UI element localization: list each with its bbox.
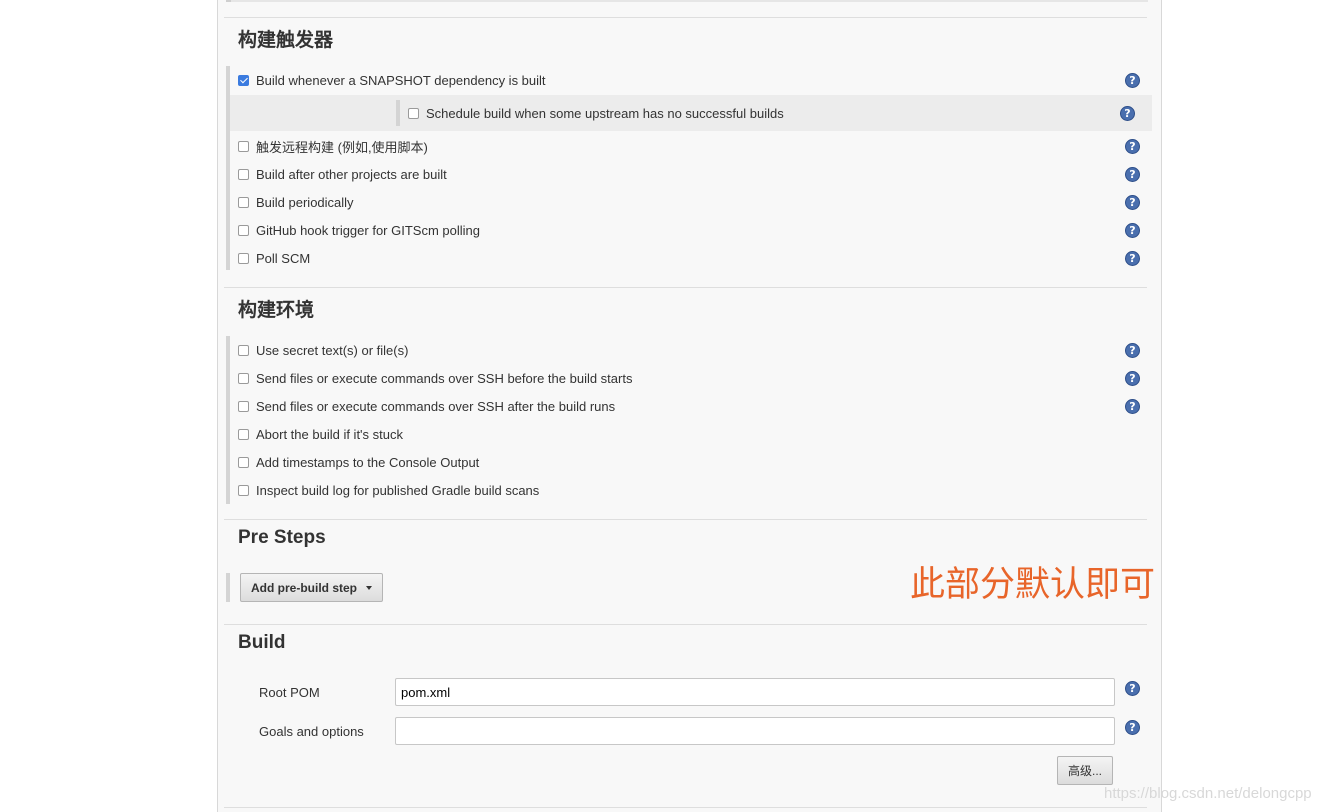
env-label: Use secret text(s) or file(s): [256, 342, 409, 358]
checkbox-poll-scm[interactable]: [238, 252, 249, 264]
checkbox-github-hook[interactable]: [238, 224, 249, 236]
help-icon[interactable]: ?: [1125, 399, 1140, 414]
env-label: Abort the build if it's stuck: [256, 426, 403, 442]
help-icon[interactable]: ?: [1125, 371, 1140, 386]
env-label: Add timestamps to the Console Output: [256, 454, 480, 470]
help-icon[interactable]: ?: [1125, 195, 1140, 210]
checkbox-after-other-projects[interactable]: [238, 168, 249, 180]
trigger-label: Schedule build when some upstream has no…: [426, 105, 784, 121]
env-label: Inspect build log for published Gradle b…: [256, 482, 540, 498]
trigger-upstream-no-success[interactable]: Schedule build when some upstream has no…: [408, 102, 784, 124]
section-title-build-environment: 构建环境: [238, 300, 315, 321]
root-pom-input[interactable]: [395, 678, 1115, 706]
help-icon[interactable]: ?: [1125, 223, 1140, 238]
section-divider: [224, 624, 1147, 625]
section-divider: [224, 17, 1147, 18]
trigger-label: Poll SCM: [256, 250, 311, 266]
annotation-text: 此部分默认即可: [910, 565, 1156, 605]
trigger-github-hook[interactable]: GitHub hook trigger for GITScm polling: [238, 219, 480, 241]
config-panel: 构建触发器 Build whenever a SNAPSHOT dependen…: [217, 0, 1162, 812]
checkbox-snapshot-dependency[interactable]: [238, 74, 249, 86]
env-label: Send files or execute commands over SSH …: [256, 370, 633, 386]
top-bar-accent: [226, 0, 231, 2]
top-divider: [226, 0, 1148, 2]
help-icon[interactable]: ?: [1125, 681, 1140, 696]
section-title-build: Build: [238, 632, 286, 653]
env-timestamps[interactable]: Add timestamps to the Console Output: [238, 451, 479, 473]
help-icon[interactable]: ?: [1125, 720, 1140, 735]
help-icon[interactable]: ?: [1125, 167, 1140, 182]
env-abort-stuck[interactable]: Abort the build if it's stuck: [238, 423, 403, 445]
checkbox-timestamps[interactable]: [238, 456, 249, 468]
trigger-label: Build after other projects are built: [256, 166, 447, 182]
env-ssh-before[interactable]: Send files or execute commands over SSH …: [238, 367, 632, 389]
trigger-label: 触发远程构建 (例如,使用脚本): [256, 139, 428, 155]
trigger-poll-scm[interactable]: Poll SCM: [238, 247, 310, 269]
section-divider: [224, 807, 1147, 808]
nested-bar: [396, 100, 400, 126]
watermark: https://blog.csdn.net/delongcpp: [1104, 785, 1312, 802]
section-bar: [226, 336, 230, 504]
trigger-label: Build whenever a SNAPSHOT dependency is …: [256, 72, 546, 88]
add-pre-build-step-button[interactable]: Add pre-build step: [240, 573, 383, 602]
advanced-button[interactable]: 高级...: [1057, 756, 1113, 785]
trigger-after-other-projects[interactable]: Build after other projects are built: [238, 163, 447, 185]
goals-options-label: Goals and options: [259, 724, 364, 739]
trigger-remote-build[interactable]: 触发远程构建 (例如,使用脚本): [238, 135, 428, 157]
checkbox-build-periodically[interactable]: [238, 196, 249, 208]
help-icon[interactable]: ?: [1125, 73, 1140, 88]
trigger-label: Build periodically: [256, 194, 354, 210]
checkbox-remote-build[interactable]: [238, 140, 249, 152]
root-pom-label: Root POM: [259, 685, 320, 700]
chevron-down-icon: [366, 585, 372, 590]
help-icon[interactable]: ?: [1125, 343, 1140, 358]
help-icon[interactable]: ?: [1125, 139, 1140, 154]
checkbox-ssh-after[interactable]: [238, 400, 249, 412]
section-title-pre-steps: Pre Steps: [238, 527, 326, 548]
trigger-label: GitHub hook trigger for GITScm polling: [256, 222, 480, 238]
section-divider: [224, 287, 1147, 288]
help-icon[interactable]: ?: [1120, 106, 1135, 121]
checkbox-gradle-scans[interactable]: [238, 484, 249, 496]
add-pre-build-step-label: Add pre-build step: [251, 580, 357, 595]
section-bar: [226, 573, 230, 602]
env-secret-text[interactable]: Use secret text(s) or file(s): [238, 339, 408, 361]
trigger-snapshot-dependency[interactable]: Build whenever a SNAPSHOT dependency is …: [238, 69, 546, 91]
help-icon[interactable]: ?: [1125, 251, 1140, 266]
trigger-build-periodically[interactable]: Build periodically: [238, 191, 354, 213]
section-title-build-triggers: 构建触发器: [238, 30, 334, 51]
goals-options-input[interactable]: [395, 717, 1115, 745]
checkbox-ssh-before[interactable]: [238, 372, 249, 384]
env-gradle-scans[interactable]: Inspect build log for published Gradle b…: [238, 479, 539, 501]
checkbox-secret-text[interactable]: [238, 344, 249, 356]
checkbox-abort-stuck[interactable]: [238, 428, 249, 440]
env-ssh-after[interactable]: Send files or execute commands over SSH …: [238, 395, 615, 417]
env-label: Send files or execute commands over SSH …: [256, 398, 616, 414]
checkbox-upstream-no-success[interactable]: [408, 107, 419, 119]
section-divider: [224, 519, 1147, 520]
advanced-button-label: 高级...: [1067, 764, 1102, 778]
